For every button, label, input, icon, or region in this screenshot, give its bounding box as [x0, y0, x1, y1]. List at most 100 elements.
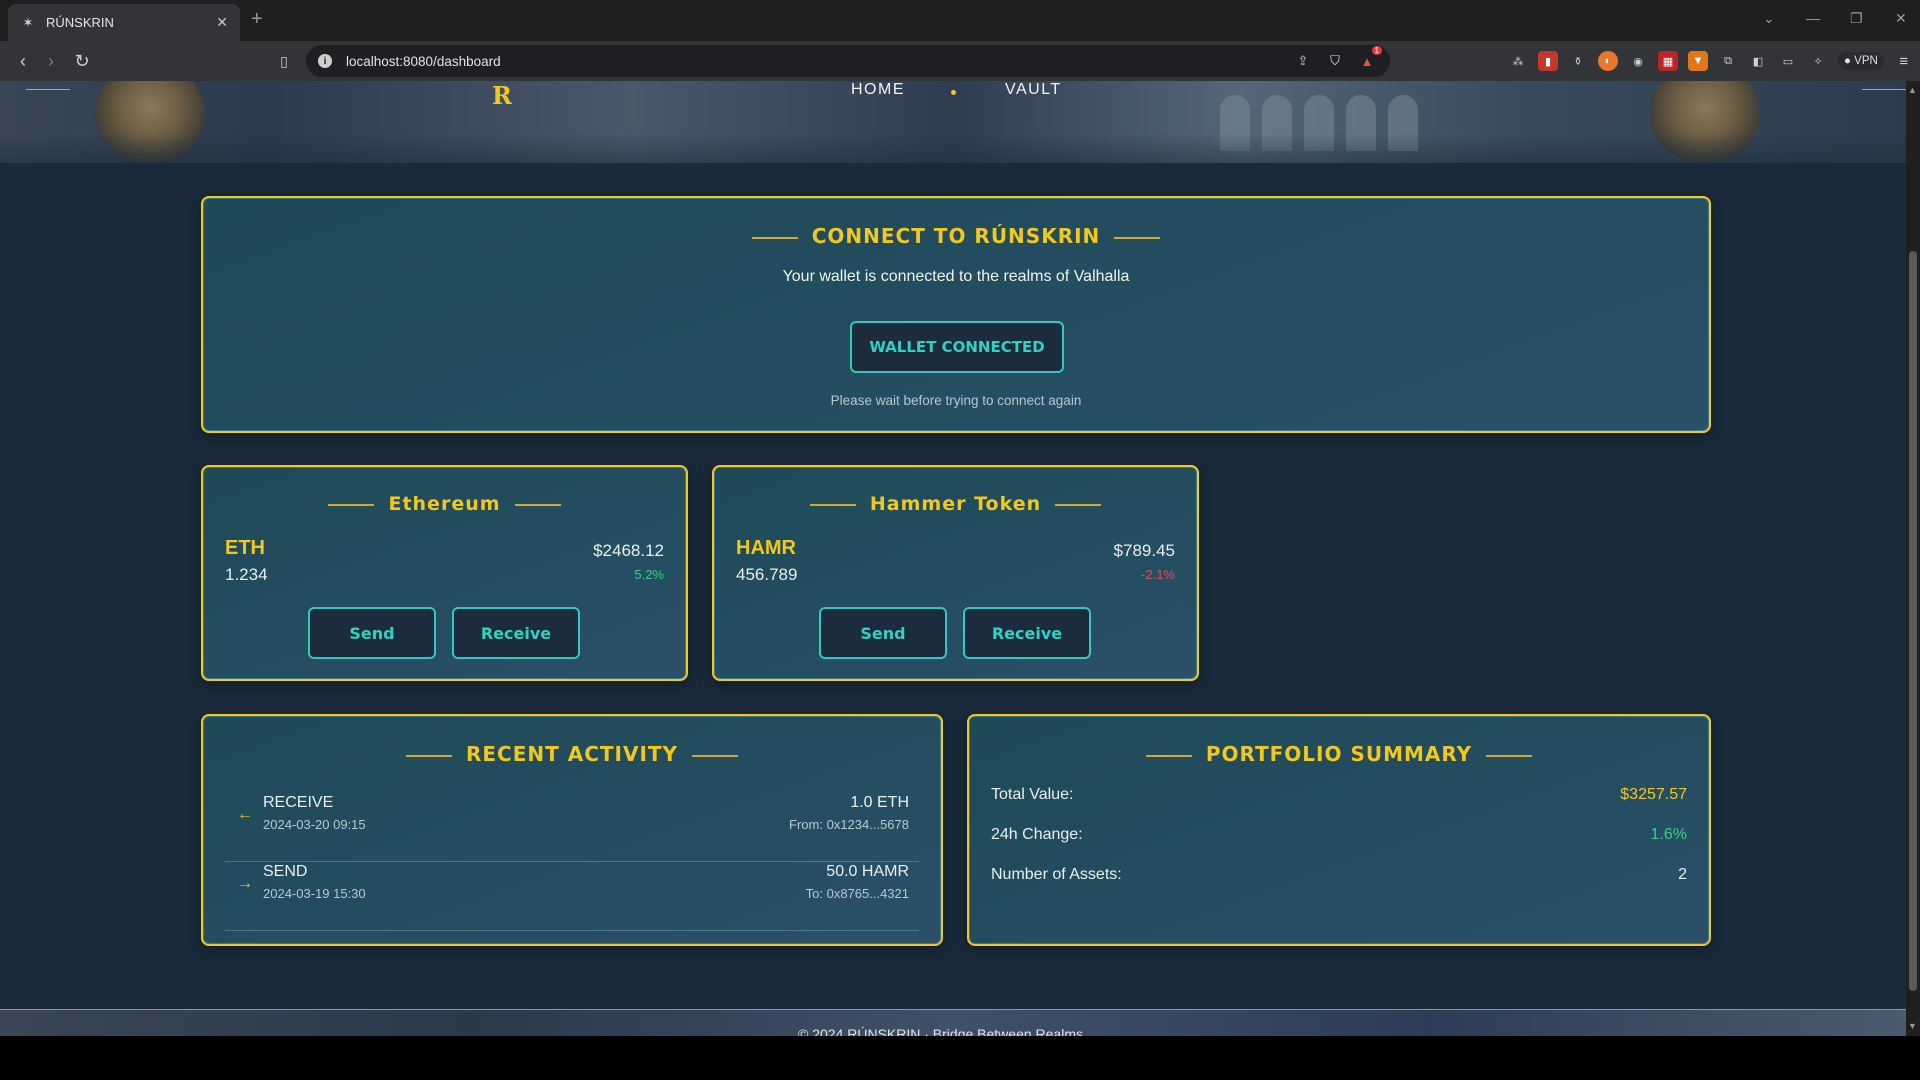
activity-amount: 50.0 HAMR — [826, 863, 909, 880]
new-tab-icon[interactable]: + — [251, 8, 263, 31]
browser-toolbar: ‹ › ↻ ▯ i localhost:8080/dashboard ⇪ ⛉ ▲… — [0, 41, 1920, 81]
browser-tab[interactable]: ✶ RÚNSKRIN ✕ — [8, 4, 240, 41]
portfolio-summary-title: PORTFOLIO SUMMARY — [969, 742, 1709, 766]
url-text: localhost:8080/dashboard — [346, 53, 501, 69]
tab-search-chevron-icon[interactable]: ⌄ — [1763, 10, 1775, 27]
connect-subtitle: Your wallet is connected to the realms o… — [782, 268, 1130, 285]
nav-vault-link[interactable]: VAULT — [1005, 81, 1062, 99]
footer-text: © 2024 RÚNSKRIN · Bridge Between Realms — [798, 1026, 1083, 1036]
page-footer: © 2024 RÚNSKRIN · Bridge Between Realms — [0, 1009, 1906, 1036]
forward-icon[interactable]: › — [40, 50, 62, 72]
extension-eyes-icon[interactable]: ◉ — [1628, 51, 1648, 71]
left-shield-decoration — [95, 81, 205, 163]
summary-row-number-of-assets: Number of Assets: 2 — [991, 866, 1687, 890]
receive-hamr-button[interactable]: Receive — [963, 607, 1091, 659]
summary-label: Total Value: — [991, 786, 1074, 803]
receive-arrow-icon: ← — [237, 806, 253, 823]
restore-icon[interactable]: ❐ — [1850, 10, 1863, 27]
sidebar-toggle-icon[interactable]: ◧ — [1748, 51, 1768, 71]
extension-grid-icon[interactable]: ▦ — [1658, 51, 1678, 71]
right-shield-decoration — [1650, 81, 1760, 163]
nav-separator-dot — [951, 90, 956, 95]
activity-time: 2024-03-19 15:30 — [263, 886, 366, 901]
metamask-fox-icon[interactable]: ▼ — [1688, 51, 1708, 71]
menu-hamburger-icon[interactable]: ≡ — [1894, 51, 1914, 71]
extension-orange-icon[interactable]: ◐ — [1598, 51, 1618, 71]
extension-bottle-icon[interactable]: ⚱ — [1568, 51, 1588, 71]
activity-row[interactable]: ← RECEIVE 2024-03-20 09:15 1.0 ETH From:… — [225, 794, 919, 862]
asset-symbol: ETH — [225, 537, 265, 559]
asset-price: $2468.12 — [593, 541, 664, 560]
dashboard-page: R HOME VAULT CONNECT TO RÚNSKRIN Your wa… — [0, 81, 1906, 1036]
activity-row[interactable]: → SEND 2024-03-19 15:30 50.0 HAMR To: 0x… — [225, 863, 919, 931]
asset-name: Hammer Token — [714, 493, 1197, 515]
brave-shields-icon[interactable]: ⛉ — [1326, 52, 1344, 70]
activity-type: SEND — [263, 863, 308, 880]
activity-time: 2024-03-20 09:15 — [263, 817, 366, 832]
asset-change: 5.2% — [634, 567, 664, 582]
connect-title: CONNECT TO RÚNSKRIN — [203, 224, 1709, 248]
activity-amount: 1.0 ETH — [850, 794, 909, 811]
vpn-label: VPN — [1854, 55, 1878, 67]
summary-value: 1.6% — [1650, 826, 1687, 843]
vpn-button[interactable]: ● VPN — [1838, 52, 1884, 70]
site-logo[interactable]: R — [492, 81, 512, 110]
summary-row-total-value: Total Value: $3257.57 — [991, 786, 1687, 810]
bookmark-icon[interactable]: ▯ — [273, 50, 295, 72]
asset-change: -2.1% — [1141, 567, 1175, 582]
extensions-puzzle-icon[interactable]: ⧉ — [1718, 51, 1738, 71]
close-tab-icon[interactable]: ✕ — [216, 14, 228, 31]
receive-eth-button[interactable]: Receive — [452, 607, 580, 659]
tab-title: RÚNSKRIN — [46, 15, 114, 30]
browser-tab-strip: ✶ RÚNSKRIN ✕ + ⌄ — ❐ ✕ — [0, 0, 1920, 41]
connect-card: CONNECT TO RÚNSKRIN Your wallet is conne… — [201, 196, 1711, 433]
portfolio-summary-card: PORTFOLIO SUMMARY Total Value: $3257.57 … — [967, 714, 1711, 946]
share-icon[interactable]: ⇪ — [1294, 52, 1312, 70]
recent-activity-title: RECENT ACTIVITY — [203, 742, 941, 766]
minimize-icon[interactable]: — — [1806, 10, 1820, 26]
nav-home-link[interactable]: HOME — [851, 81, 905, 99]
page-scrollbar[interactable]: ▲ ▼ — [1906, 81, 1920, 1036]
asset-card-hammer-token: Hammer Token HAMR 456.789 $789.45 -2.1% … — [712, 465, 1199, 681]
reload-icon[interactable]: ↻ — [71, 50, 93, 72]
asset-name: Ethereum — [203, 493, 686, 515]
summary-value: 2 — [1678, 866, 1687, 883]
screen-bottom-edge — [0, 1036, 1920, 1080]
extension-red-icon[interactable]: ▮ — [1538, 51, 1558, 71]
leo-ai-icon[interactable]: ✧ — [1808, 51, 1828, 71]
bridge-arches-decoration — [1220, 81, 1480, 151]
send-hamr-button[interactable]: Send — [819, 607, 947, 659]
hero-banner: R HOME VAULT — [0, 81, 1906, 163]
asset-amount: 1.234 — [225, 565, 268, 584]
site-favicon-icon: ✶ — [22, 14, 34, 30]
activity-type: RECEIVE — [263, 794, 334, 811]
recent-activity-card: RECENT ACTIVITY ← RECEIVE 2024-03-20 09:… — [201, 714, 943, 946]
site-info-icon[interactable]: i — [318, 54, 332, 68]
activity-counterparty: To: 0x8765...4321 — [805, 886, 909, 901]
wallet-connected-button[interactable]: WALLET CONNECTED — [850, 321, 1064, 373]
back-icon[interactable]: ‹ — [12, 50, 34, 72]
hero-right-rule — [1862, 89, 1906, 90]
scroll-down-icon[interactable]: ▼ — [1908, 1021, 1917, 1031]
asset-price: $789.45 — [1113, 541, 1175, 560]
address-bar[interactable]: i localhost:8080/dashboard ⇪ ⛉ ▲ 1 — [306, 45, 1390, 77]
scroll-thumb[interactable] — [1909, 251, 1917, 991]
connect-note: Please wait before trying to connect aga… — [830, 393, 1082, 408]
rewards-badge: 1 — [1371, 46, 1382, 55]
asset-amount: 456.789 — [736, 565, 798, 584]
brave-rewards-icon[interactable]: ▲ 1 — [1358, 46, 1382, 70]
send-arrow-icon: → — [237, 875, 253, 892]
send-eth-button[interactable]: Send — [308, 607, 436, 659]
summary-row-24h-change: 24h Change: 1.6% — [991, 826, 1687, 850]
hero-left-rule — [26, 89, 70, 90]
close-window-icon[interactable]: ✕ — [1895, 10, 1907, 27]
scroll-up-icon[interactable]: ▲ — [1908, 85, 1917, 95]
summary-value: $3257.57 — [1620, 786, 1687, 803]
asset-symbol: HAMR — [736, 537, 796, 559]
wallet-icon[interactable]: ▭ — [1778, 51, 1798, 71]
summary-label: 24h Change: — [991, 826, 1083, 843]
extension-bat-icon[interactable]: ⁂ — [1508, 51, 1528, 71]
asset-card-ethereum: Ethereum ETH 1.234 $2468.12 5.2% Send Re… — [201, 465, 688, 681]
summary-label: Number of Assets: — [991, 866, 1122, 883]
activity-counterparty: From: 0x1234...5678 — [789, 817, 909, 832]
